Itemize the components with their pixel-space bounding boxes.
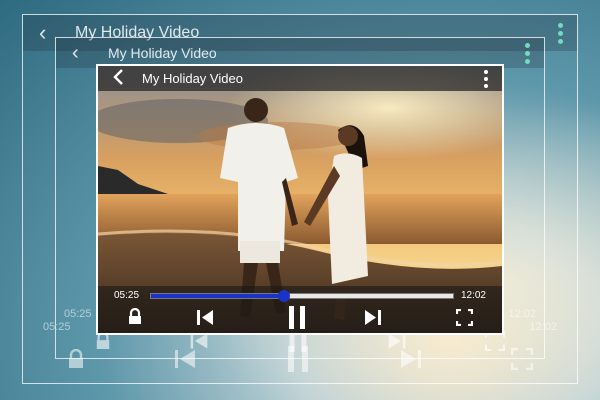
- ghost-current-time-middle: 05:25: [64, 308, 92, 320]
- ghost-duration-middle: 12:02: [508, 308, 536, 320]
- skip-previous-icon: [197, 310, 213, 325]
- lock-icon: [129, 307, 141, 324]
- skip-next-icon: [365, 310, 381, 325]
- seek-bar-fill: [151, 294, 284, 298]
- more-vertical-icon: [558, 22, 563, 44]
- total-duration: 12:02: [460, 290, 486, 301]
- pause-button[interactable]: [288, 305, 306, 333]
- video-title: My Holiday Video: [142, 71, 243, 86]
- back-arrow-icon: [113, 68, 123, 85]
- back-arrow-icon: ‹: [72, 41, 79, 64]
- ghost-title-middle: My Holiday Video: [108, 45, 217, 61]
- back-button[interactable]: [104, 68, 132, 89]
- pause-icon: [289, 306, 305, 329]
- more-vertical-icon[interactable]: [484, 69, 488, 88]
- player-title-bar: My Holiday Video: [98, 66, 502, 91]
- lock-button[interactable]: [128, 307, 142, 330]
- current-time: 05:25: [114, 290, 140, 301]
- seek-bar[interactable]: [150, 290, 454, 302]
- fullscreen-button[interactable]: [455, 308, 474, 331]
- fullscreen-icon: [455, 308, 474, 327]
- video-player[interactable]: My Holiday Video 05:25 12:02: [96, 64, 504, 335]
- more-vertical-icon: [525, 42, 530, 64]
- previous-button[interactable]: [196, 309, 214, 331]
- seek-bar-thumb[interactable]: [277, 290, 290, 302]
- next-button[interactable]: [364, 309, 382, 331]
- playback-controls: 05:25 12:02: [98, 286, 502, 333]
